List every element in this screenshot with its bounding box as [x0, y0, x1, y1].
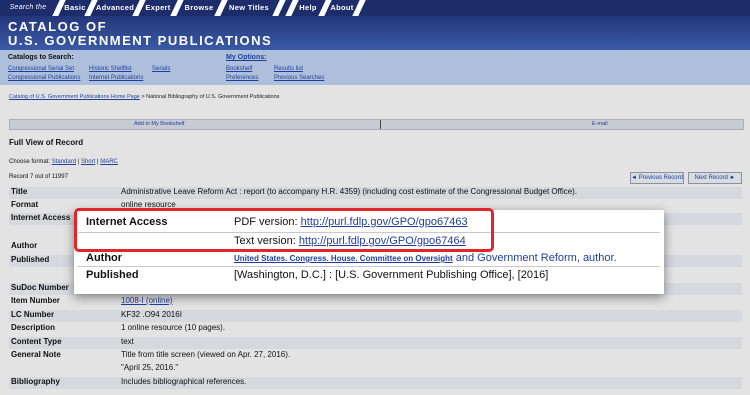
row-value: Administrative Leave Reform Act : report… — [121, 187, 578, 196]
link-results-list[interactable]: Results list — [274, 66, 303, 72]
nav-about[interactable]: About — [328, 0, 356, 16]
nav-new-titles[interactable]: New Titles — [224, 0, 274, 16]
row-label: Internet Access — [11, 213, 71, 222]
nav-help[interactable]: Help — [296, 0, 320, 16]
record-row-title: Title Administrative Leave Reform Act : … — [9, 187, 742, 199]
site-banner: Catalog of U.S. Government Publications — [0, 16, 750, 50]
author-link[interactable]: United States. Congress. House. Committe… — [234, 254, 453, 263]
nav-advanced[interactable]: Advanced — [94, 0, 136, 16]
link-bookshelf[interactable]: Bookshelf — [226, 66, 252, 72]
link-historic-shelflist[interactable]: Historic Shelflist — [89, 66, 132, 72]
record-row-general-note-2: "April 25, 2016." — [9, 363, 742, 375]
previous-record-button[interactable]: ◄ Previous Record — [630, 172, 684, 184]
row-value: 1 online resource (10 pages). — [121, 323, 226, 332]
breadcrumb-home-link[interactable]: Catalog of U.S. Government Publications … — [9, 94, 140, 100]
record-row-general-note: General Note Title from title screen (vi… — [9, 350, 742, 362]
format-marc-link[interactable]: MARC — [100, 159, 118, 165]
callout-divider — [78, 266, 660, 267]
add-to-bookshelf-link[interactable]: Add to My Bookshelf — [134, 121, 184, 127]
nav-separator — [272, 0, 286, 16]
row-value: "April 25, 2016." — [121, 363, 179, 372]
record-row-bibliography: Bibliography Includes bibliographical re… — [9, 377, 742, 389]
banner-title-line1: Catalog of — [8, 19, 108, 34]
record-count: Record 7 out of 11997 — [9, 174, 68, 180]
callout-published-label: Published — [86, 269, 139, 281]
row-value: Includes bibliographical references. — [121, 377, 247, 386]
format-standard-link[interactable]: Standard — [52, 159, 76, 165]
row-label: LC Number — [11, 310, 55, 319]
record-row-lc-number: LC Number KF32 .O94 2016I — [9, 310, 742, 322]
callout-author-label: Author — [86, 252, 123, 264]
action-bar: Add to My Bookshelf E-mail — [9, 119, 744, 130]
breadcrumb-current: > National Bibliography of U.S. Governme… — [139, 94, 280, 100]
link-previous-searches[interactable]: Previous Searches — [274, 75, 324, 81]
row-label: Format — [11, 200, 39, 209]
nav-search-the-cgp[interactable]: Search the CGP — [2, 0, 54, 27]
row-label: Bibliography — [11, 377, 60, 386]
row-label: General Note — [11, 350, 61, 359]
author-rest: and Government Reform, author. — [452, 252, 617, 264]
format-label: Choose format: — [9, 159, 51, 165]
row-value: KF32 .O94 2016I — [121, 310, 182, 319]
row-value: text — [121, 337, 134, 346]
link-preferences[interactable]: Preferences — [226, 75, 258, 81]
record-row-item-number: Item Number 1008-I (online) — [9, 296, 742, 308]
breadcrumb: Catalog of U.S. Government Publications … — [9, 94, 279, 100]
row-label: Content Type — [11, 337, 62, 346]
top-nav-bar: Search the CGP Basic Advanced Expert Bro… — [0, 0, 750, 27]
row-label: Title — [11, 187, 28, 196]
format-short-link[interactable]: Short — [81, 159, 95, 165]
link-congressional-serial-set[interactable]: Congressional Serial Set — [8, 66, 74, 72]
next-record-button[interactable]: Next Record ► — [688, 172, 742, 184]
link-internet-publications[interactable]: Internet Publications — [89, 75, 143, 81]
item-number-link[interactable]: 1008-I (online) — [121, 296, 173, 305]
nav-browse[interactable]: Browse — [180, 0, 218, 16]
catalogs-header: Catalogs to Search: — [8, 54, 74, 61]
row-value: Title from title screen (viewed on Apr. … — [121, 350, 291, 359]
link-serials[interactable]: Serials — [152, 66, 170, 72]
link-congressional-publications[interactable]: Congressional Publications — [8, 75, 80, 81]
highlight-box — [74, 208, 494, 252]
email-link[interactable]: E-mail — [592, 121, 608, 127]
row-label: Author — [11, 241, 38, 250]
record-row-description: Description 1 online resource (10 pages)… — [9, 323, 742, 335]
action-divider — [380, 120, 381, 129]
row-label: Description — [11, 323, 56, 332]
catalogs-panel: Catalogs to Search: Congressional Serial… — [0, 50, 750, 85]
callout-author-value: United States. Congress. House. Committe… — [234, 252, 617, 264]
format-chooser: Choose format: Standard | Short | MARC — [9, 159, 118, 165]
row-label: Published — [11, 255, 50, 264]
nav-expert[interactable]: Expert — [142, 0, 174, 16]
row-value: 1008-I (online) — [121, 296, 173, 305]
record-row-content-type: Content Type text — [9, 337, 742, 349]
page-title: Full View of Record — [9, 138, 84, 147]
my-options-header[interactable]: My Options: — [226, 54, 266, 61]
row-label: SuDoc Number — [11, 283, 69, 292]
row-label: Item Number — [11, 296, 60, 305]
banner-title-line2: U.S. Government Publications — [8, 33, 273, 48]
callout-published-value: [Washington, D.C.] : [U.S. Government Pu… — [234, 269, 549, 281]
